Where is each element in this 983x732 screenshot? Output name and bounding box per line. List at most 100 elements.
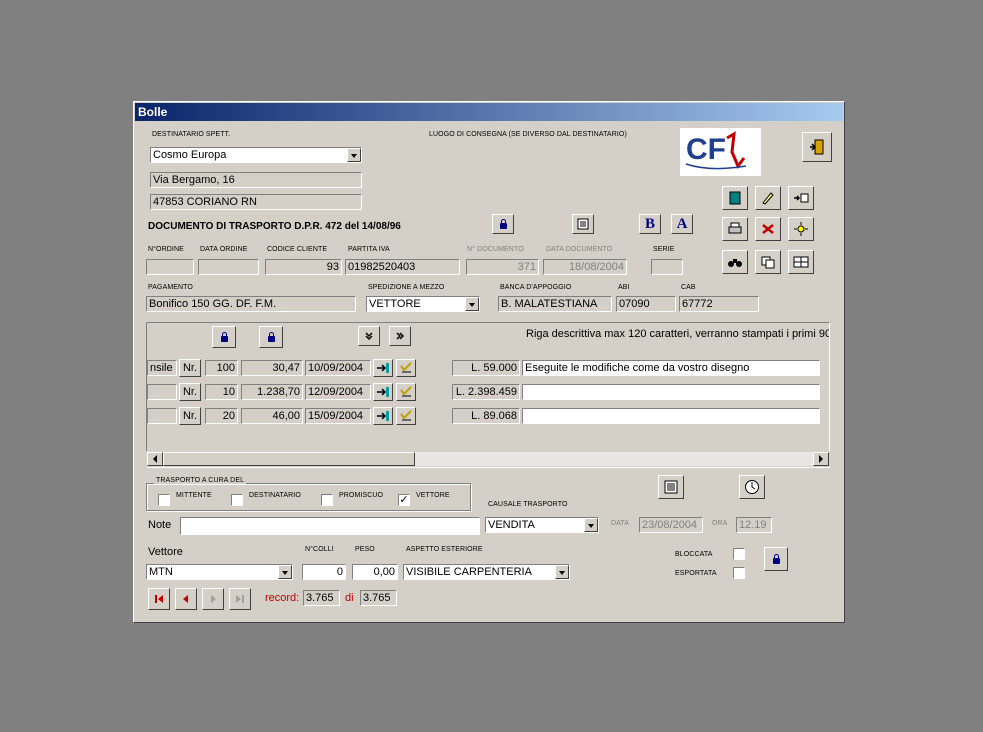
spedizione-value: VETTORE — [369, 298, 421, 310]
row-price-field[interactable]: 1.238,70 — [241, 384, 303, 400]
lock-record-button[interactable] — [764, 547, 788, 571]
next-record-button[interactable] — [202, 588, 224, 610]
row-goto-button[interactable] — [373, 407, 393, 425]
vettore-combo[interactable]: MTN — [146, 564, 293, 580]
ora-label: ORA — [712, 520, 728, 527]
lock-icon — [267, 331, 275, 342]
row-date-field[interactable]: 10/09/2004 — [305, 360, 371, 376]
promiscuo-label: PROMISCUO — [339, 492, 384, 499]
row-price-field[interactable]: 30,47 — [241, 360, 303, 376]
banca-field[interactable]: B. MALATESTIANA — [498, 296, 612, 312]
data-ordine-label: DATA ORDINE — [200, 246, 248, 253]
row-desc-field[interactable] — [522, 408, 820, 424]
print-button[interactable] — [722, 217, 748, 241]
vettore-check-label: VETTORE — [416, 492, 450, 499]
edit-button[interactable] — [755, 186, 781, 210]
bloccata-checkbox[interactable] — [733, 548, 745, 560]
row-code-field[interactable] — [147, 408, 177, 424]
row-code-field[interactable]: nsile c — [147, 360, 177, 376]
row-desc-field[interactable]: Eseguite le modifiche come da vostro dis… — [522, 360, 820, 376]
address-line2-field[interactable]: 47853 CORIANO RN — [150, 194, 362, 210]
n-ordine-field[interactable] — [146, 259, 194, 275]
binoculars-icon — [728, 259, 742, 267]
notebook-button[interactable] — [722, 186, 748, 210]
last-record-button[interactable] — [229, 588, 251, 610]
row-check-button[interactable] — [396, 407, 416, 425]
causale-combo[interactable]: VENDITA — [485, 517, 599, 533]
destinatario-checkbox[interactable] — [231, 494, 243, 506]
vettore-label: Vettore — [148, 546, 183, 558]
row-unit-button[interactable]: Nr. — [179, 359, 201, 377]
row-desc-field[interactable] — [522, 384, 820, 400]
note-field[interactable] — [180, 517, 480, 535]
forward-button[interactable] — [389, 326, 411, 346]
chevron-down-icon[interactable] — [555, 565, 569, 579]
serie-field[interactable] — [651, 259, 683, 275]
lock-col-button-2[interactable] — [259, 326, 283, 348]
row-qty-field[interactable]: 10 — [205, 384, 238, 400]
delete-mail-button[interactable] — [755, 217, 781, 241]
row-price-field[interactable]: 46,00 — [241, 408, 303, 424]
chevron-down-icon[interactable] — [347, 148, 361, 162]
promiscuo-checkbox[interactable] — [321, 494, 333, 506]
vettore-checkbox[interactable]: ✓ — [398, 494, 410, 506]
calculator-button[interactable] — [572, 214, 594, 234]
exit-button[interactable] — [802, 132, 832, 162]
esportata-checkbox[interactable] — [733, 567, 745, 579]
chevron-down-icon[interactable] — [584, 518, 598, 532]
chevron-down-icon[interactable] — [465, 297, 479, 311]
row-goto-button[interactable] — [373, 359, 393, 377]
first-record-button[interactable] — [148, 588, 170, 610]
row-unit-button[interactable]: Nr. — [179, 383, 201, 401]
data-label: DATA — [611, 520, 630, 527]
insert-button[interactable] — [788, 186, 814, 210]
clock-button[interactable] — [739, 475, 765, 499]
destinatario-check-label: DESTINATARIO — [249, 492, 301, 499]
view-button[interactable] — [788, 250, 814, 274]
horizontal-scrollbar[interactable] — [146, 451, 830, 467]
peso-field[interactable]: 0,00 — [352, 564, 398, 580]
data-ordine-field[interactable] — [198, 259, 259, 275]
colli-field[interactable]: 0 — [302, 564, 346, 580]
row-unit-button[interactable]: Nr. — [179, 407, 201, 425]
row-date-field[interactable]: 15/09/2004 — [305, 408, 371, 424]
chevron-down-icon[interactable] — [278, 565, 292, 579]
address-line1-field[interactable]: Via Bergamo, 16 — [150, 172, 362, 188]
cab-field[interactable]: 67772 — [679, 296, 759, 312]
codice-cliente-field[interactable]: 93 — [265, 259, 342, 275]
new-button[interactable] — [788, 217, 814, 241]
row-qty-field[interactable]: 100 — [205, 360, 238, 376]
aspetto-value: VISIBILE CARPENTERIA — [406, 566, 532, 578]
bold-button[interactable]: B — [639, 214, 661, 234]
destinatario-combo[interactable]: Cosmo Europa — [150, 147, 362, 163]
scroll-thumb[interactable] — [163, 452, 415, 466]
row-date-field[interactable]: 12/09/2004 — [305, 384, 371, 400]
abi-field[interactable]: 07090 — [616, 296, 676, 312]
scroll-right-button[interactable] — [813, 452, 829, 466]
scroll-left-button[interactable] — [147, 452, 163, 466]
prev-record-button[interactable] — [175, 588, 197, 610]
pagamento-field[interactable]: Bonifico 150 GG. DF. F.M. — [146, 296, 356, 312]
next-record-icon — [211, 595, 216, 603]
row-check-button[interactable] — [396, 383, 416, 401]
filter-down-button[interactable] — [358, 326, 380, 346]
row-code-field[interactable] — [147, 384, 177, 400]
row-check-button[interactable] — [396, 359, 416, 377]
check-mark-icon — [400, 362, 412, 373]
calendar-button[interactable] — [658, 475, 684, 499]
aspetto-combo[interactable]: VISIBILE CARPENTERIA — [403, 564, 570, 580]
insert-arrow-icon — [794, 193, 809, 203]
search-button[interactable] — [722, 250, 748, 274]
prev-record-icon — [183, 595, 188, 603]
mittente-checkbox[interactable] — [158, 494, 170, 506]
copy-button[interactable] — [755, 250, 781, 274]
lock-doc-button[interactable] — [492, 214, 514, 234]
lock-col-button-1[interactable] — [212, 326, 236, 348]
font-button[interactable]: A — [671, 214, 693, 234]
arrow-right-icon — [819, 455, 823, 463]
row-goto-button[interactable] — [373, 383, 393, 401]
partita-iva-field[interactable]: 01982520403 — [345, 259, 460, 275]
n-documento-field: 371 — [466, 259, 539, 275]
spedizione-combo[interactable]: VETTORE — [366, 296, 480, 312]
row-qty-field[interactable]: 20 — [205, 408, 238, 424]
